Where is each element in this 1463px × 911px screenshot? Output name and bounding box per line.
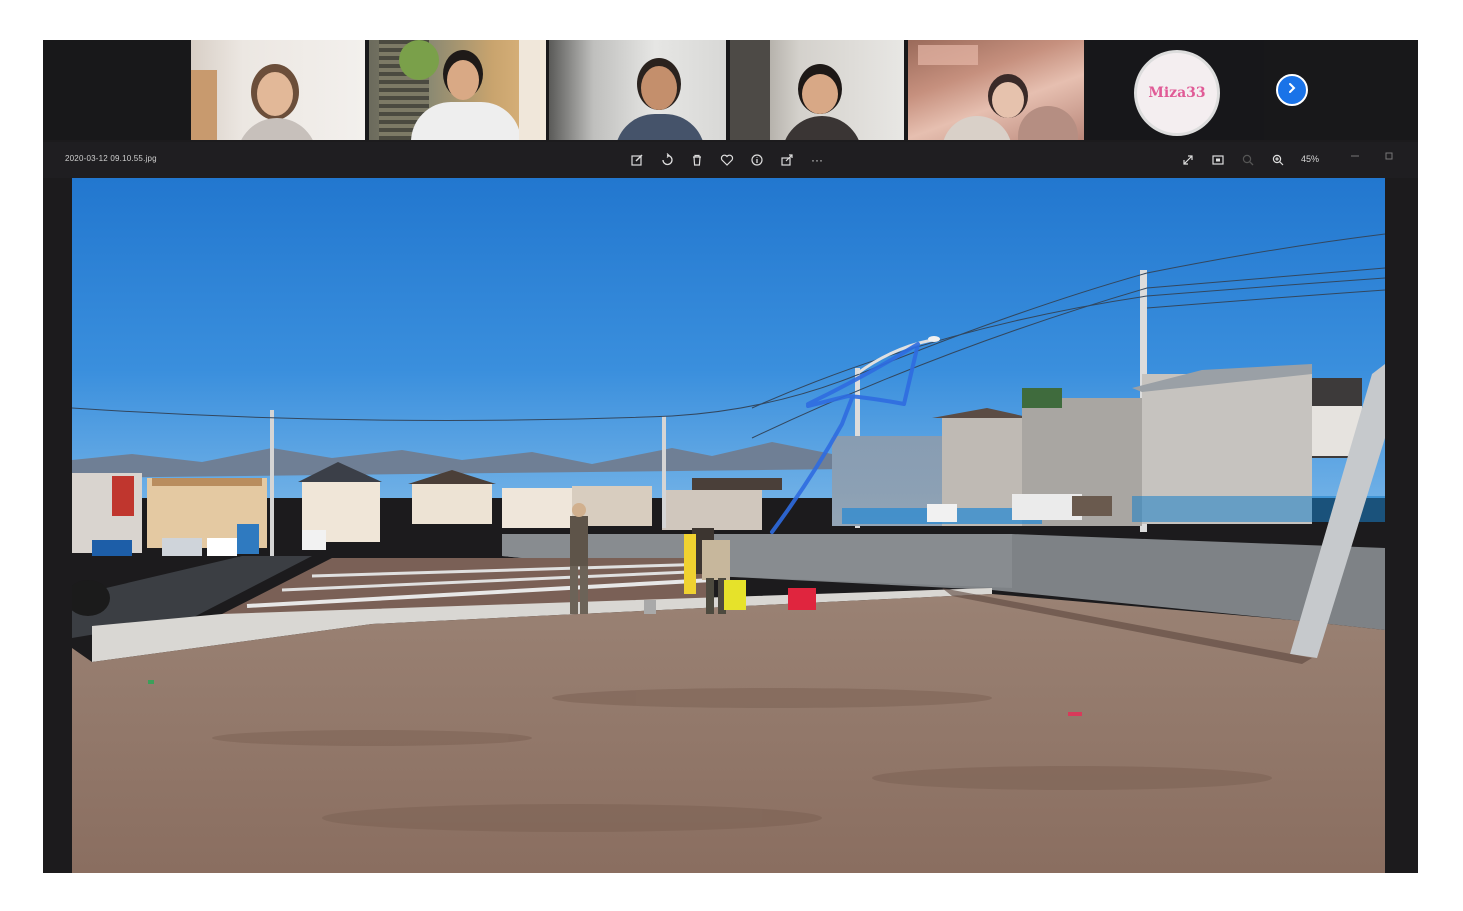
participant-video-5[interactable] (908, 40, 1084, 140)
participant-strip: Miza33 (43, 40, 1418, 140)
photo-viewer-toolbar: 2020-03-12 09.10.55.jpg ··· 45% (43, 142, 1418, 178)
participant-video-1[interactable] (191, 40, 365, 140)
rotate-icon[interactable] (657, 150, 677, 170)
info-icon[interactable] (747, 150, 767, 170)
participant-video-3[interactable] (549, 40, 726, 140)
chevron-right-icon (1285, 81, 1299, 100)
next-participants-button[interactable] (1276, 74, 1308, 106)
file-name: 2020-03-12 09.10.55.jpg (65, 154, 157, 163)
share-icon[interactable] (777, 150, 797, 170)
minimize-icon[interactable] (1345, 146, 1365, 166)
zoom-in-icon[interactable] (1268, 150, 1288, 170)
favorite-icon[interactable] (717, 150, 737, 170)
zoom-out-icon[interactable] (1238, 150, 1258, 170)
participant-name: Miza33 (1148, 85, 1206, 101)
zoom-level: 45% (1301, 154, 1320, 164)
shared-photo[interactable] (72, 178, 1385, 873)
restore-icon[interactable] (1379, 146, 1399, 166)
participant-video-4[interactable] (730, 40, 904, 140)
more-icon[interactable]: ··· (807, 150, 827, 170)
delete-icon[interactable] (687, 150, 707, 170)
avatar: Miza33 (1134, 50, 1220, 136)
fit-icon[interactable] (1208, 150, 1228, 170)
edit-icon[interactable] (627, 150, 647, 170)
participant-video-2[interactable] (369, 40, 546, 140)
construction-site-photo (72, 178, 1385, 873)
meeting-window: Miza33 2020-03-12 09.10.55.jpg ··· 45% (43, 40, 1418, 873)
participant-avatar-6[interactable]: Miza33 (1088, 40, 1264, 140)
fullscreen-icon[interactable] (1178, 150, 1198, 170)
